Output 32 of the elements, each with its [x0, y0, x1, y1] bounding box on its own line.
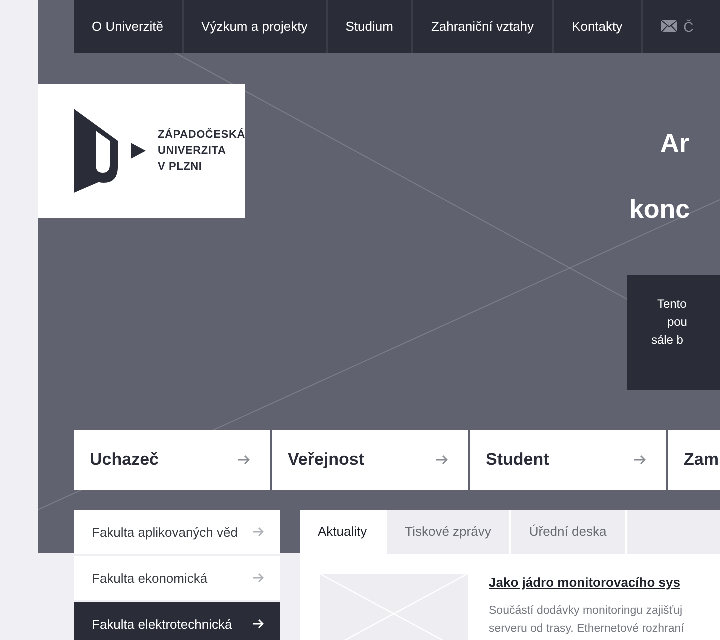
logo-card[interactable]: ZÁPADOČESKÁ UNIVERZITA V PLZNI	[38, 84, 246, 218]
hero-heading: Ar	[659, 128, 690, 158]
nav-link[interactable]: Výzkum a projekty	[184, 0, 328, 53]
nav-link[interactable]: Studium	[328, 0, 414, 53]
arrow-icon	[436, 455, 448, 465]
news-text: Součástí dodávky monitoringu zajišťuj serveru od trasy. Ethernetové rozhraní	[489, 604, 684, 637]
faculty-item[interactable]: Fakulta elektrotechnická	[74, 602, 280, 640]
audience-card[interactable]: Zam	[668, 430, 720, 490]
tab[interactable]: Tiskové zprávy	[387, 510, 510, 554]
tab[interactable]: Úřední deska	[511, 510, 625, 554]
arrow-icon	[238, 455, 250, 465]
notice-text: Tento pou sále b	[650, 296, 688, 349]
logo-icon	[74, 109, 146, 193]
arrow-icon	[253, 619, 264, 629]
logo-text: V PLZNI	[158, 160, 204, 175]
logo-text: UNIVERZITA	[158, 144, 228, 159]
logo-text: ZÁPADOČESKÁ	[158, 127, 246, 143]
audience-card[interactable]: Student	[470, 430, 666, 490]
arrow-icon	[253, 573, 264, 583]
news-title-link[interactable]: Jako jádro monitorovacího sys	[489, 574, 684, 592]
faculty-item[interactable]: Fakulta aplikovaných věd	[74, 510, 280, 554]
faculty-item[interactable]: Fakulta ekonomická	[74, 556, 280, 600]
audience-card[interactable]: Uchazeč	[74, 430, 270, 490]
mail-icon	[660, 20, 678, 33]
nav-link[interactable]: Č	[684, 18, 694, 34]
hero-heading: konc	[628, 194, 692, 224]
nav-link[interactable]: Zahraniční vztahy	[413, 0, 554, 53]
arrow-icon	[634, 455, 646, 465]
audience-card[interactable]: Veřejnost	[272, 430, 468, 490]
arrow-icon	[253, 527, 264, 537]
nav-link[interactable]: Kontakty	[554, 0, 643, 53]
nav-link[interactable]: O Univerzitě	[74, 0, 184, 53]
